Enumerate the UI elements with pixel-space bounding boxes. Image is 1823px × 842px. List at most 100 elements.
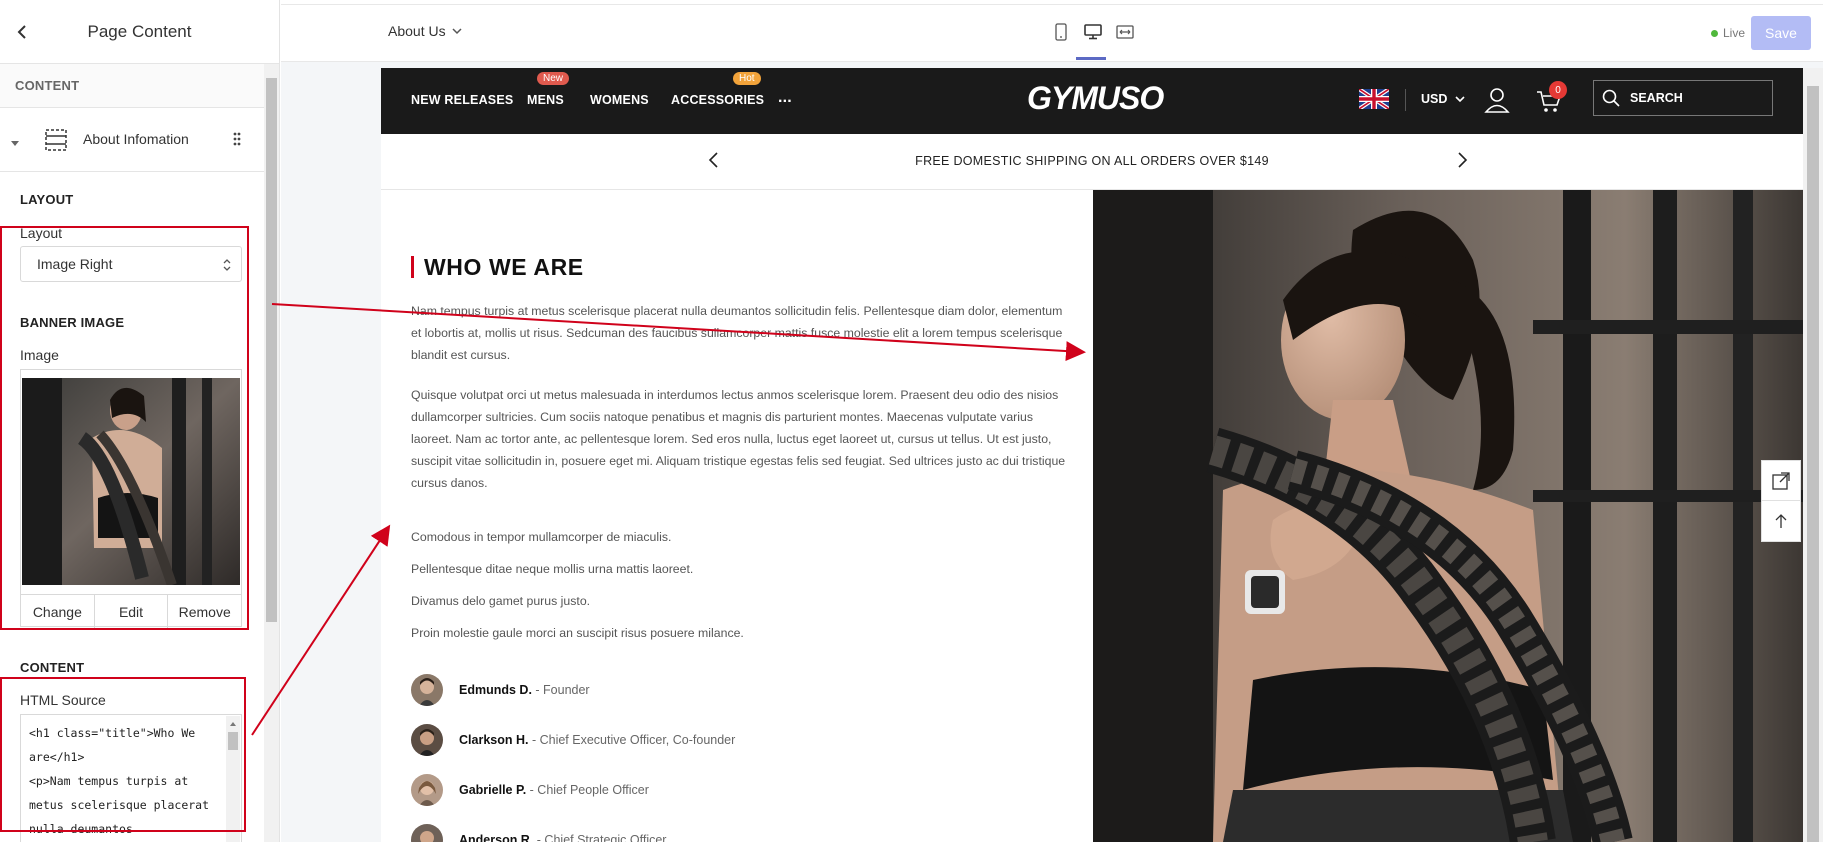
layout-select-value: Image Right bbox=[37, 256, 113, 272]
avatar bbox=[411, 774, 443, 806]
announcement-bar: FREE DOMESTIC SHIPPING ON ALL ORDERS OVE… bbox=[381, 134, 1803, 190]
team-role: - Chief Strategic Officer bbox=[536, 833, 667, 842]
sidebar-header: Page Content bbox=[0, 0, 279, 64]
drag-handle-icon[interactable] bbox=[232, 131, 242, 152]
mobile-view-icon[interactable] bbox=[1051, 22, 1071, 42]
code-line: nulla deumantos bbox=[29, 822, 133, 836]
editor-sidebar: Page Content CONTENT About Infomation LA… bbox=[0, 0, 280, 842]
team-name: Edmunds D. bbox=[459, 683, 532, 697]
chevron-right-icon[interactable] bbox=[1455, 150, 1469, 170]
about-line-4: Proin molestie gaule morci an suscipit r… bbox=[411, 626, 744, 640]
chevron-down-icon bbox=[1455, 95, 1465, 102]
avatar bbox=[411, 724, 443, 756]
avatar bbox=[411, 824, 443, 842]
image-picker: Change Edit Remove bbox=[20, 369, 242, 628]
content-section-header: CONTENT bbox=[0, 64, 264, 108]
preview-scroll-thumb[interactable] bbox=[1807, 86, 1819, 842]
nav-more[interactable]: ... bbox=[778, 89, 792, 107]
html-source-label: HTML Source bbox=[20, 692, 106, 708]
nav-accessories[interactable]: ACCESSORIES bbox=[671, 93, 764, 107]
save-button[interactable]: Save bbox=[1751, 16, 1811, 50]
about-paragraph-1: Nam tempus turpis at metus scelerisque p… bbox=[411, 304, 1063, 362]
team-member: Clarkson H. - Chief Executive Officer, C… bbox=[411, 724, 735, 756]
edit-image-button[interactable]: Edit bbox=[95, 595, 169, 628]
search-icon bbox=[1602, 89, 1620, 107]
store-nav: NEW RELEASES MENS New WOMENS ACCESSORIES… bbox=[381, 68, 1803, 134]
team-member: Gabrielle P. - Chief People Officer bbox=[411, 774, 649, 806]
who-we-are-heading: WHO WE ARE bbox=[411, 256, 584, 279]
banner-image-caption: BANNER IMAGE bbox=[20, 315, 125, 330]
nav-new-releases[interactable]: NEW RELEASES bbox=[411, 93, 513, 107]
page-selector-label: About Us bbox=[388, 23, 446, 39]
live-status: Live bbox=[1711, 26, 1745, 40]
html-source-editor[interactable]: <h1 class="title">Who We are</h1> <p>Nam… bbox=[20, 714, 242, 842]
team-role: - Chief Executive Officer, Co-founder bbox=[531, 733, 736, 747]
store-logo[interactable]: GYMUSO bbox=[1027, 80, 1164, 117]
back-icon[interactable] bbox=[12, 22, 32, 42]
expand-icon[interactable] bbox=[1762, 461, 1800, 501]
content-caption-2: CONTENT bbox=[20, 660, 85, 675]
nav-mens[interactable]: MENS bbox=[527, 93, 564, 107]
change-image-button[interactable]: Change bbox=[21, 595, 95, 628]
select-arrows-icon bbox=[223, 258, 231, 275]
block-about-information[interactable]: About Infomation bbox=[0, 108, 264, 172]
sidebar-scrollbar[interactable] bbox=[264, 64, 279, 842]
section-layout-icon bbox=[44, 128, 68, 157]
code-line: <p>Nam tempus turpis at bbox=[29, 774, 189, 788]
image-actions: Change Edit Remove bbox=[21, 594, 241, 628]
layout-caption: LAYOUT bbox=[20, 192, 74, 207]
team-member: Anderson R. - Chief Strategic Officer bbox=[411, 824, 666, 842]
code-scrollbar[interactable] bbox=[226, 716, 240, 842]
image-label: Image bbox=[20, 347, 59, 363]
preview-topbar: About Us Live Save bbox=[281, 0, 1823, 62]
page-selector[interactable]: About Us bbox=[388, 23, 462, 39]
storefront-preview: NEW RELEASES MENS New WOMENS ACCESSORIES… bbox=[381, 68, 1803, 842]
team-member: Edmunds D. - Founder bbox=[411, 674, 590, 706]
floating-tools bbox=[1761, 460, 1801, 542]
nav-divider bbox=[1405, 89, 1406, 111]
about-line-3: Divamus delo gamet purus justo. bbox=[411, 594, 591, 608]
device-switcher bbox=[1051, 22, 1135, 42]
about-line-1: Comodous in tempor mullamcorper de miacu… bbox=[411, 530, 672, 544]
layout-select[interactable]: Image Right bbox=[20, 246, 242, 282]
sidebar-title: Page Content bbox=[87, 21, 192, 41]
code-line: are</h1> bbox=[29, 750, 85, 764]
new-badge: New bbox=[537, 72, 570, 85]
sidebar-scroll-thumb[interactable] bbox=[266, 78, 277, 622]
account-icon[interactable] bbox=[1484, 87, 1510, 113]
team-name: Anderson R. bbox=[459, 833, 534, 842]
currency-selector[interactable]: USD bbox=[1421, 92, 1465, 106]
hot-badge: Hot bbox=[733, 72, 761, 85]
remove-image-button[interactable]: Remove bbox=[168, 595, 241, 628]
code-line: <h1 class="title">Who We bbox=[29, 726, 196, 740]
team-name: Clarkson H. bbox=[459, 733, 529, 747]
team-name: Gabrielle P. bbox=[459, 783, 527, 797]
nav-womens[interactable]: WOMENS bbox=[590, 93, 649, 107]
live-label: Live bbox=[1723, 26, 1746, 40]
team-role: - Founder bbox=[535, 683, 590, 697]
chevron-down-icon bbox=[452, 27, 462, 34]
banner-thumbnail bbox=[22, 378, 240, 585]
content-caption: CONTENT bbox=[15, 78, 80, 93]
caret-down-icon[interactable] bbox=[10, 135, 20, 153]
scroll-top-icon[interactable] bbox=[1762, 501, 1800, 541]
about-paragraph-2: Quisque volutpat orci ut metus malesuada… bbox=[411, 388, 1066, 490]
code-line: metus scelerisque placerat bbox=[29, 798, 210, 812]
active-device-indicator bbox=[1076, 57, 1106, 60]
cart-count-badge: 0 bbox=[1549, 81, 1567, 99]
team-role: - Chief People Officer bbox=[529, 783, 649, 797]
banner-image bbox=[1093, 190, 1803, 842]
uk-flag-icon[interactable] bbox=[1359, 89, 1389, 109]
live-dot-icon bbox=[1711, 29, 1718, 37]
search-box[interactable]: SEARCH bbox=[1593, 80, 1773, 116]
about-line-2: Pellentesque ditae neque mollis urna mat… bbox=[411, 562, 694, 576]
desktop-view-icon[interactable] bbox=[1083, 22, 1103, 42]
currency-label: USD bbox=[1421, 92, 1448, 106]
fullwidth-view-icon[interactable] bbox=[1115, 22, 1135, 42]
layout-label: Layout bbox=[20, 225, 63, 241]
block-label: About Infomation bbox=[83, 131, 189, 147]
announcement-text: FREE DOMESTIC SHIPPING ON ALL ORDERS OVE… bbox=[915, 154, 1269, 168]
preview-scrollbar[interactable] bbox=[1803, 68, 1823, 842]
avatar bbox=[411, 674, 443, 706]
search-label: SEARCH bbox=[1630, 91, 1683, 105]
